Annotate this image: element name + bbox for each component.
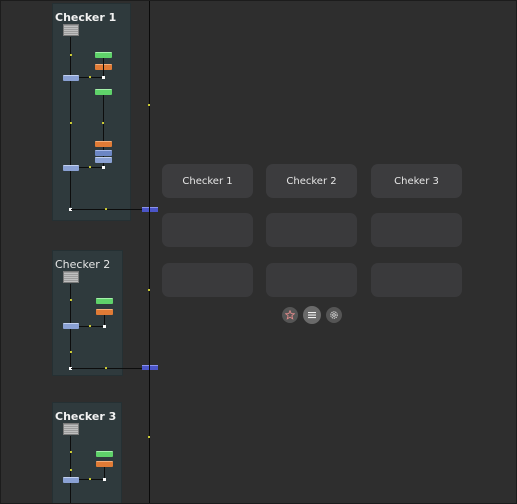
star-icon [285, 310, 295, 320]
node-blue[interactable] [95, 157, 112, 163]
checker-3-button[interactable]: Cheker 3 [371, 164, 462, 198]
node-orange[interactable] [95, 141, 112, 147]
node-green[interactable] [96, 298, 113, 304]
empty-slot-button[interactable] [162, 213, 253, 247]
empty-slot-button[interactable] [266, 263, 357, 297]
backdrop-title: Checker 2 [55, 258, 111, 271]
node-merge[interactable] [95, 150, 112, 156]
empty-slot-button[interactable] [266, 213, 357, 247]
node-green[interactable] [96, 451, 113, 457]
menu-icon [308, 312, 316, 319]
pipe-node[interactable] [142, 365, 158, 370]
backdrop-title: Checker 1 [55, 11, 117, 24]
backdrop-checker-2[interactable]: Checker 2 [52, 250, 153, 376]
settings-button[interactable] [326, 307, 342, 323]
checker-2-button[interactable]: Checker 2 [266, 164, 357, 198]
node-blue[interactable] [63, 323, 79, 329]
empty-slot-button[interactable] [371, 213, 462, 247]
node-blue[interactable] [63, 477, 79, 483]
empty-slot-button[interactable] [371, 263, 462, 297]
pipe-wire [149, 0, 150, 504]
checker-read-node[interactable] [63, 423, 79, 435]
node-blue[interactable] [63, 75, 79, 81]
checker-read-node[interactable] [63, 271, 79, 283]
node-graph-canvas[interactable]: Checker 1 Checker 2 Checker 3 Checker 1 … [0, 0, 517, 504]
checker-read-node[interactable] [63, 24, 79, 36]
gear-icon [330, 311, 338, 319]
checker-1-button[interactable]: Checker 1 [162, 164, 253, 198]
empty-slot-button[interactable] [162, 263, 253, 297]
list-menu-button[interactable] [303, 306, 321, 324]
backdrop-checker-1[interactable]: Checker 1 [52, 3, 143, 221]
node-blue[interactable] [63, 165, 79, 171]
favorite-button[interactable] [282, 307, 298, 323]
pipe-node[interactable] [142, 207, 158, 212]
backdrop-title: Checker 3 [55, 410, 117, 423]
backdrop-checker-3[interactable]: Checker 3 [52, 402, 122, 504]
